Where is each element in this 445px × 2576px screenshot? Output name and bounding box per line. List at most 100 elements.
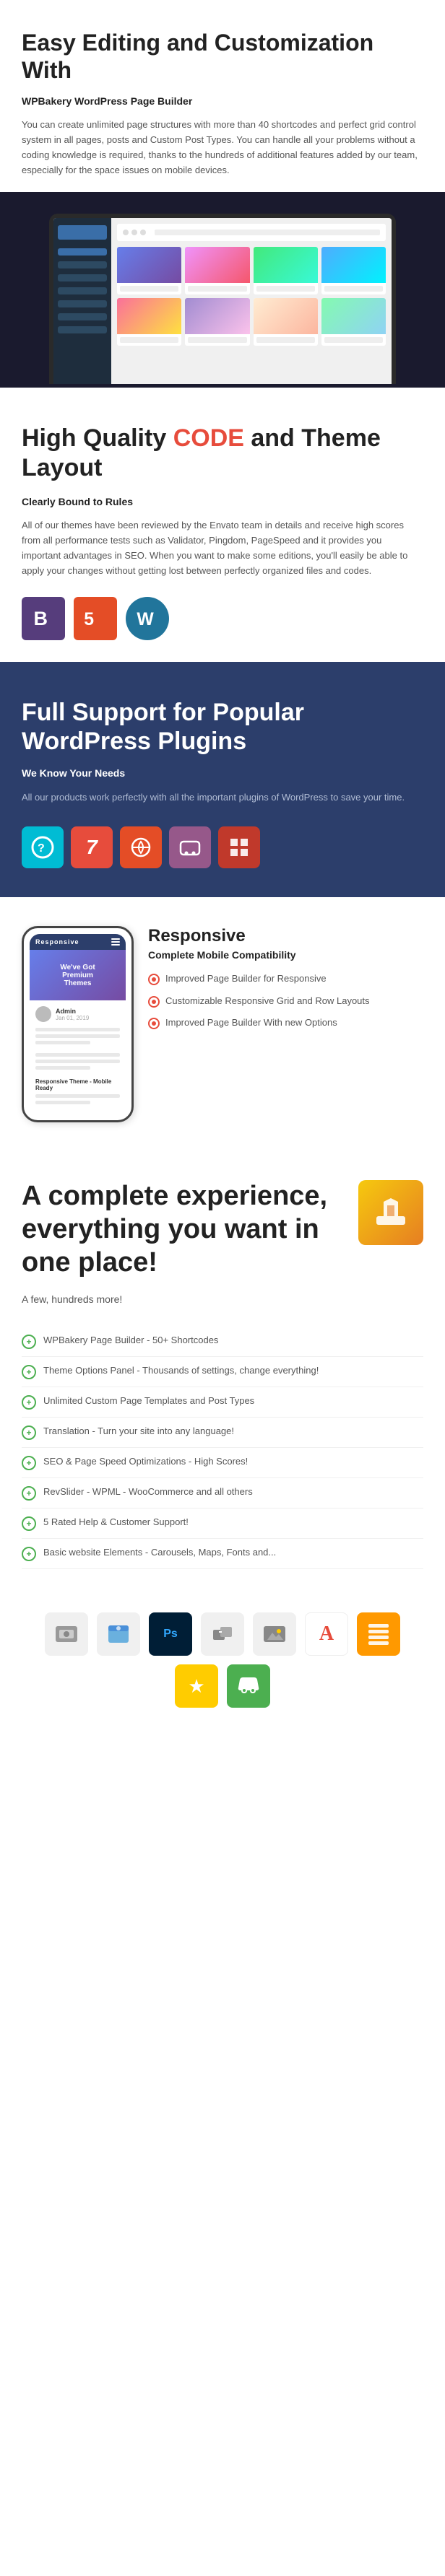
screen-main (111, 218, 392, 384)
resp-feature-1: Improved Page Builder for Responsive (148, 972, 423, 985)
toolbar-bar (155, 230, 380, 235)
phone-theme-label: Responsive Theme - Mobile Ready (35, 1078, 120, 1091)
code-body: All of our themes have been reviewed by … (22, 518, 423, 578)
phone-hero-text: We've Got Premium Themes (57, 961, 98, 990)
bottom-icon-6: A (305, 1612, 348, 1656)
bottom-icon-5 (253, 1612, 296, 1656)
phone-hero-line2: Premium (60, 972, 95, 979)
bottom-icon-9 (227, 1664, 270, 1708)
complete-feature-list: WPBakery Page Builder - 50+ Shortcodes T… (22, 1327, 423, 1569)
bottom-icon-4 (201, 1612, 244, 1656)
editing-subtitle: WPBakery WordPress Page Builder (22, 93, 423, 109)
feature-icon-5 (22, 1456, 36, 1470)
svg-text:B: B (34, 608, 48, 629)
screen-nav-7 (58, 326, 107, 333)
menu-line-1 (111, 938, 120, 940)
feature-text-4: Translation - Turn your site into any la… (43, 1425, 234, 1438)
resp-feature-2: Customizable Responsive Grid and Row Lay… (148, 995, 423, 1008)
feature-item-2: Theme Options Panel - Thousands of setti… (22, 1357, 423, 1387)
phone-mockup: Responsive We've Got Premium Themes (22, 926, 134, 1122)
resp-feature-text-3: Improved Page Builder With new Options (165, 1016, 337, 1029)
svg-text:?: ? (38, 842, 45, 855)
support-heading: Full Support for Popular WordPress Plugi… (22, 698, 423, 757)
ph-line-2 (35, 1034, 120, 1038)
resp-feature-3: Improved Page Builder With new Options (148, 1016, 423, 1029)
ph-line-5 (35, 1060, 120, 1063)
complete-heading: A complete experience, everything you wa… (22, 1180, 347, 1279)
phone-logo: Responsive (35, 938, 79, 946)
svg-text:W: W (137, 610, 154, 629)
editing-heading: Easy Editing and Customization With (22, 29, 423, 84)
responsive-heading: Responsive (148, 926, 423, 946)
code-heading-start: High Quality (22, 424, 173, 452)
phone-avatar (35, 1006, 51, 1022)
screen-nav-5 (58, 300, 107, 307)
toolbar-dot-3 (140, 230, 146, 235)
phone-hero-line3: Themes (60, 979, 95, 987)
responsive-inner: Responsive We've Got Premium Themes (22, 926, 423, 1122)
support-body: All our products work perfectly with all… (22, 790, 423, 805)
feature-text-5: SEO & Page Speed Optimizations - High Sc… (43, 1455, 248, 1468)
bottom-icon-1 (45, 1612, 88, 1656)
responsive-text: Responsive Complete Mobile Compatibility… (148, 926, 423, 1038)
feature-icon-4 (22, 1425, 36, 1440)
phone-screen: Responsive We've Got Premium Themes (30, 934, 126, 1114)
feature-icon-3 (22, 1395, 36, 1410)
feature-item-4: Translation - Turn your site into any la… (22, 1418, 423, 1448)
feature-text-3: Unlimited Custom Page Templates and Post… (43, 1394, 254, 1407)
feature-icon-8 (22, 1547, 36, 1561)
grid-icon (218, 826, 260, 868)
phone-hero-line1: We've Got (60, 964, 95, 972)
feature-icon-1 (22, 1335, 36, 1349)
ps-icon: Ps (149, 1612, 192, 1656)
feature-text-7: 5 Rated Help & Customer Support! (43, 1516, 189, 1529)
ph-line-6 (35, 1066, 90, 1070)
feature-text-2: Theme Options Panel - Thousands of setti… (43, 1364, 319, 1377)
badge-container: A complete experience, everything you wa… (22, 1180, 423, 1293)
ph-line-8 (35, 1101, 90, 1104)
ph-line-7 (35, 1094, 120, 1098)
screen-nav-4 (58, 287, 107, 294)
resp-check-2 (148, 996, 160, 1008)
slider-label: 7 (86, 836, 98, 859)
laptop-mockup (49, 214, 396, 384)
feature-item-7: 5 Rated Help & Customer Support! (22, 1509, 423, 1539)
ph-line-4 (35, 1053, 120, 1057)
code-section: High Quality CODE and Theme Layout Clear… (0, 388, 445, 661)
code-heading: High Quality CODE and Theme Layout (22, 424, 423, 483)
svg-text:5: 5 (84, 610, 94, 629)
phone-hero: We've Got Premium Themes (30, 950, 126, 1000)
feature-text-8: Basic website Elements - Carousels, Maps… (43, 1546, 276, 1559)
screen-nav-6 (58, 313, 107, 320)
feature-item-3: Unlimited Custom Page Templates and Post… (22, 1387, 423, 1418)
screen-toolbar (117, 224, 386, 241)
toolbar-dot-2 (131, 230, 137, 235)
gold-badge-icon (358, 1180, 423, 1245)
menu-line-2 (111, 941, 120, 943)
code-subtitle: Clearly Bound to Rules (22, 494, 423, 510)
laptop-screen (53, 218, 392, 384)
screen-nav-1 (58, 248, 107, 256)
resp-feature-text-2: Customizable Responsive Grid and Row Lay… (165, 995, 370, 1008)
code-heading-highlight: CODE (173, 424, 244, 452)
responsive-section: Responsive We've Got Premium Themes (0, 897, 445, 1151)
phone-date: Jan 01, 2019 (56, 1015, 89, 1021)
laptop-container (0, 192, 445, 388)
support-subtitle: We Know Your Needs (22, 765, 423, 781)
feature-text-6: RevSlider - WPML - WooCommerce and all o… (43, 1485, 253, 1498)
html5-icon: 5 (74, 597, 117, 640)
phone-admin-name: Admin Jan 01, 2019 (56, 1008, 89, 1021)
responsive-subheading: Complete Mobile Compatibility (148, 949, 423, 961)
wpml-icon (120, 826, 162, 868)
toolbar-dot-1 (123, 230, 129, 235)
woo-icon (169, 826, 211, 868)
slider-icon: 7 (71, 826, 113, 868)
tech-icons-row: B 5 W (22, 597, 423, 640)
screen-card-6 (185, 298, 249, 346)
screen-card-8 (321, 298, 386, 346)
bottom-icon-7 (357, 1612, 400, 1656)
screen-card-2 (185, 247, 249, 294)
phone-topbar: Responsive (30, 934, 126, 950)
feature-item-1: WPBakery Page Builder - 50+ Shortcodes (22, 1327, 423, 1357)
feature-item-5: SEO & Page Speed Optimizations - High Sc… (22, 1448, 423, 1478)
